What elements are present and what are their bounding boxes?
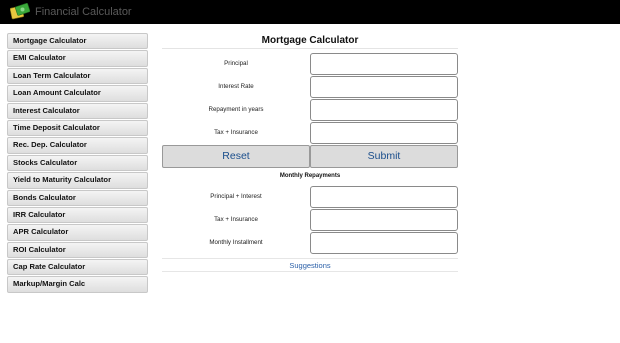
mortgage-calculator-form: Mortgage Calculator Principal Interest R…	[162, 33, 458, 272]
menu-item-apr[interactable]: APR Calculator	[7, 224, 148, 241]
menu-item-roi[interactable]: ROI Calculator	[7, 241, 148, 259]
interest-rate-row: Interest Rate	[162, 75, 458, 98]
menu-item-interest[interactable]: Interest Calculator	[7, 102, 148, 119]
repayment-years-input[interactable]	[310, 98, 458, 121]
monthly-installment-row: Monthly Installment	[162, 231, 458, 254]
menu-item-markup-margin[interactable]: Markup/Margin Calc	[7, 276, 148, 293]
monthly-installment-output[interactable]	[310, 231, 458, 254]
interest-rate-input[interactable]	[310, 75, 458, 98]
menu-item-cap-rate[interactable]: Cap Rate Calculator	[7, 259, 148, 276]
menu-item-loan-amount[interactable]: Loan Amount Calculator	[7, 85, 148, 102]
menu-item-recurring-deposit[interactable]: Rec. Dep. Calculator	[7, 137, 148, 154]
calculator-menu: Mortgage Calculator EMI Calculator Loan …	[7, 33, 148, 294]
principal-row: Principal	[162, 52, 458, 75]
calculator-money-icon	[10, 3, 30, 20]
menu-item-yield-to-maturity[interactable]: Yield to Maturity Calculator	[7, 172, 148, 189]
page-title: Mortgage Calculator	[162, 33, 458, 49]
menu-item-irr[interactable]: IRR Calculator	[7, 206, 148, 224]
menu-item-bonds[interactable]: Bonds Calculator	[7, 189, 148, 206]
monthly-installment-label: Monthly Installment	[209, 239, 263, 246]
menu-item-loan-term[interactable]: Loan Term Calculator	[7, 67, 148, 85]
menu-item-time-deposit[interactable]: Time Deposit Calculator	[7, 119, 148, 137]
reset-button[interactable]: Reset	[162, 145, 310, 168]
principal-interest-output[interactable]	[310, 185, 458, 208]
tax-insurance-result-label: Tax + Insurance	[214, 216, 258, 223]
menu-item-mortgage[interactable]: Mortgage Calculator	[7, 33, 148, 50]
menu-item-emi[interactable]: EMI Calculator	[7, 50, 148, 67]
submit-button[interactable]: Submit	[310, 145, 458, 168]
interest-rate-label: Interest Rate	[218, 83, 254, 90]
menu-item-stocks[interactable]: Stocks Calculator	[7, 154, 148, 172]
tax-insurance-output[interactable]	[310, 208, 458, 231]
repayment-years-label: Repayment in years	[208, 106, 264, 113]
top-bar: Financial Calculator	[0, 0, 620, 24]
form-actions: Reset Submit	[162, 145, 458, 168]
suggestions-link[interactable]: Suggestions	[162, 259, 458, 272]
tax-insurance-row: Tax + Insurance	[162, 121, 458, 144]
principal-interest-row: Principal + Interest	[162, 185, 458, 208]
tax-insurance-label: Tax + Insurance	[214, 129, 258, 136]
principal-input[interactable]	[310, 52, 458, 75]
tax-insurance-input[interactable]	[310, 121, 458, 144]
app-title: Financial Calculator	[35, 6, 132, 18]
repayment-years-row: Repayment in years	[162, 98, 458, 121]
principal-interest-label: Principal + Interest	[210, 193, 262, 200]
principal-label: Principal	[224, 60, 248, 67]
results-heading: Monthly Repayments	[279, 173, 341, 179]
tax-insurance-result-row: Tax + Insurance	[162, 208, 458, 231]
